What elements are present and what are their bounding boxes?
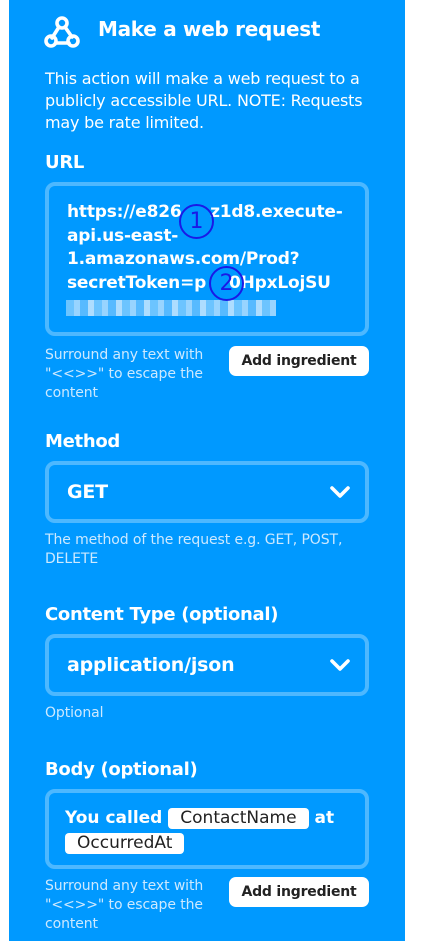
ingredient-chip-occurredat[interactable]: OccurredAt	[65, 833, 185, 854]
annotation-marker-1: 1	[179, 204, 214, 239]
applet-action-panel: Make a web request This action will make…	[9, 0, 405, 941]
url-help-text: Surround any text with "<<>>" to escape …	[45, 347, 204, 401]
ingredient-chip-contactname[interactable]: ContactName	[168, 808, 309, 829]
url-input[interactable]: https://e826 z1d8.execute- api.us-east- …	[45, 182, 369, 336]
body-input[interactable]: You called ContactName at OccurredAt	[45, 789, 369, 869]
redacted-text	[66, 300, 276, 316]
add-ingredient-button[interactable]: Add ingredient	[229, 877, 369, 907]
chevron-down-icon	[330, 486, 350, 498]
method-help-text: The method of the request e.g. GET, POST…	[45, 532, 343, 567]
content-type-help-text: Optional	[45, 705, 104, 721]
content-type-label: Content Type (optional)	[45, 604, 279, 625]
body-label: Body (optional)	[45, 759, 198, 780]
webhook-icon	[44, 16, 80, 48]
body-value[interactable]: You called ContactName at OccurredAt	[65, 806, 365, 856]
action-description: This action will make a web request to a…	[45, 69, 363, 132]
body-help-text: Surround any text with "<<>>" to escape …	[45, 878, 204, 932]
method-value: GET	[67, 481, 108, 503]
method-select[interactable]: GET	[45, 461, 369, 523]
content-type-select[interactable]: application/json	[45, 634, 369, 696]
url-label: URL	[45, 152, 85, 173]
chevron-down-icon	[330, 659, 350, 671]
action-title: Make a web request	[98, 17, 321, 41]
annotation-marker-2: 2	[209, 266, 244, 301]
add-ingredient-button[interactable]: Add ingredient	[229, 346, 369, 376]
content-type-value: application/json	[67, 654, 235, 676]
method-label: Method	[45, 431, 120, 452]
